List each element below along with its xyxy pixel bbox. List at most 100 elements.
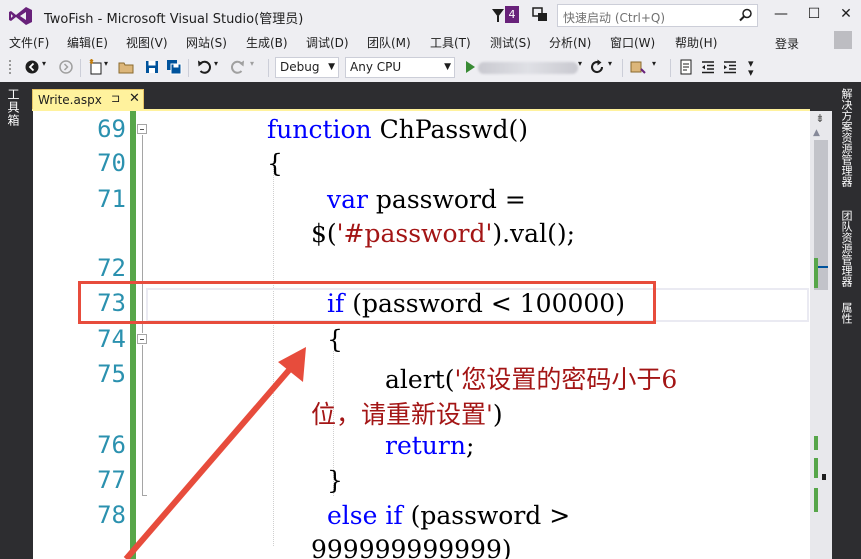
open-file-icon[interactable]	[118, 59, 134, 75]
solution-configuration-value: Debug	[280, 60, 320, 74]
code-string: 位，请重新设置'	[311, 400, 493, 429]
outline-end	[142, 495, 147, 496]
tab-title: Write.aspx	[38, 93, 102, 107]
save-icon[interactable]	[144, 59, 160, 75]
change-marker	[814, 458, 818, 478]
redo-icon[interactable]	[230, 59, 246, 75]
toolbar-separator	[670, 59, 671, 77]
browser-link-icon[interactable]	[630, 59, 646, 75]
title-bar: TwoFish - Microsoft Visual Studio(管理员) 4…	[0, 0, 861, 31]
start-debugging-icon[interactable]	[462, 59, 478, 75]
menu-window[interactable]: 窗口(W)	[610, 34, 655, 51]
minimize-button[interactable]: —	[764, 0, 798, 28]
toolbar-separator	[268, 59, 269, 77]
navigate-forward-icon[interactable]	[58, 59, 74, 75]
toolbar-grip-icon[interactable]	[8, 59, 14, 75]
menu-view[interactable]: 视图(V)	[126, 34, 168, 51]
window-title: TwoFish - Microsoft Visual Studio(管理员)	[44, 12, 304, 27]
change-marker	[814, 258, 818, 288]
collapse-icon[interactable]	[137, 334, 147, 344]
line-number: 78	[97, 501, 126, 529]
browser-link-dropdown-icon[interactable]: ▾	[652, 59, 668, 75]
chevron-down-icon: ▼	[444, 62, 451, 72]
line-number: 76	[97, 431, 126, 459]
outline-line	[142, 345, 143, 495]
team-explorer-tab[interactable]: 团队资源管理器	[838, 210, 854, 287]
refresh-browser-icon[interactable]	[589, 59, 605, 75]
code-editor[interactable]: 69 70 71 72 73 74 75 76 77 78 function C…	[33, 111, 810, 559]
menu-build[interactable]: 生成(B)	[246, 34, 288, 51]
code-text: }	[327, 466, 343, 495]
code-text: {	[267, 149, 283, 178]
format-document-icon[interactable]	[678, 59, 694, 75]
code-line: {	[267, 149, 283, 178]
menu-help[interactable]: 帮助(H)	[675, 34, 717, 51]
scroll-up-arrow-icon[interactable]: ▲	[813, 128, 820, 138]
code-line: var password =	[327, 185, 526, 214]
code-text: )	[492, 400, 503, 429]
left-tool-strip	[0, 82, 30, 559]
visual-studio-logo-icon	[9, 7, 32, 25]
line-number: 77	[97, 466, 126, 494]
code-text: ;	[465, 431, 475, 460]
menu-website[interactable]: 网站(S)	[186, 34, 227, 51]
change-tracking-bar	[130, 111, 136, 559]
menu-debug[interactable]: 调试(D)	[306, 34, 349, 51]
code-line: }	[327, 466, 343, 495]
code-text: password =	[367, 185, 526, 214]
quick-launch-placeholder: 快速启动 (Ctrl+Q)	[563, 11, 666, 25]
navigate-back-dropdown-icon[interactable]: ▾	[42, 59, 58, 75]
outdent-icon[interactable]	[700, 59, 716, 75]
menu-team[interactable]: 团队(M)	[367, 34, 411, 51]
tab-write-aspx[interactable]: Write.aspx ⊐ ✕	[32, 89, 144, 111]
feedback-icon[interactable]	[531, 6, 549, 24]
new-project-icon[interactable]	[88, 59, 104, 75]
split-window-icon[interactable]: ⇟	[813, 112, 827, 126]
notification-count-badge[interactable]: 4	[505, 6, 519, 23]
toolbar-separator	[622, 59, 623, 77]
search-icon[interactable]	[739, 8, 753, 22]
solution-explorer-tab[interactable]: 解决方案资源管理器	[838, 88, 854, 187]
menu-file[interactable]: 文件(F)	[9, 34, 49, 51]
redo-dropdown-icon[interactable]: ▾	[250, 59, 266, 75]
start-target-label[interactable]	[478, 62, 578, 74]
code-line: 位，请重新设置')	[311, 395, 503, 431]
menu-analyze[interactable]: 分析(N)	[549, 34, 591, 51]
navigate-back-icon[interactable]	[24, 59, 40, 75]
line-number: 69	[97, 115, 126, 143]
quick-launch-input[interactable]: 快速启动 (Ctrl+Q)	[557, 4, 758, 27]
toolbox-tab[interactable]: 工具箱	[6, 88, 22, 127]
toolbar-separator	[80, 59, 81, 77]
code-keyword: else	[327, 501, 378, 530]
save-all-icon[interactable]	[166, 59, 182, 75]
close-icon[interactable]: ✕	[129, 91, 140, 106]
menu-edit[interactable]: 编辑(E)	[67, 34, 108, 51]
solution-configuration-select[interactable]: Debug ▼	[275, 57, 339, 78]
undo-icon[interactable]	[196, 59, 212, 75]
maximize-button[interactable]: ☐	[797, 0, 831, 28]
indent-icon[interactable]	[722, 59, 738, 75]
caret-marker	[822, 474, 826, 480]
code-line: else if (password >	[327, 501, 570, 530]
code-line: {	[327, 325, 343, 354]
code-line: return;	[385, 431, 474, 460]
collapse-icon[interactable]	[137, 124, 147, 134]
menu-test[interactable]: 测试(S)	[490, 34, 531, 51]
toolbar-overflow-icon[interactable]: ▾ ▾	[748, 58, 764, 78]
code-string: '#password'	[336, 219, 493, 248]
properties-tab[interactable]: 属性	[838, 302, 854, 324]
close-window-button[interactable]: ✕	[829, 0, 861, 28]
menu-tools[interactable]: 工具(T)	[430, 34, 471, 51]
code-line: function ChPasswd()	[267, 115, 528, 144]
undo-dropdown-icon[interactable]: ▾	[214, 59, 230, 75]
solution-platform-value: Any CPU	[350, 60, 402, 74]
highlight-rectangle	[78, 281, 656, 324]
solution-platform-select[interactable]: Any CPU ▼	[345, 57, 455, 78]
chevron-down-icon: ▼	[328, 62, 335, 72]
code-string: '您设置的密码小于6	[454, 365, 678, 394]
standard-toolbar: ▾ ▾ ▾ ▾ Debug ▼ Any CPU ▼ ▾ ▾ ▾ ▾ ▾	[0, 55, 861, 81]
pin-icon[interactable]: ⊐	[111, 92, 120, 105]
account-avatar[interactable]	[834, 31, 852, 49]
indent-guide	[273, 161, 274, 546]
sign-in-link[interactable]: 登录	[775, 35, 799, 52]
